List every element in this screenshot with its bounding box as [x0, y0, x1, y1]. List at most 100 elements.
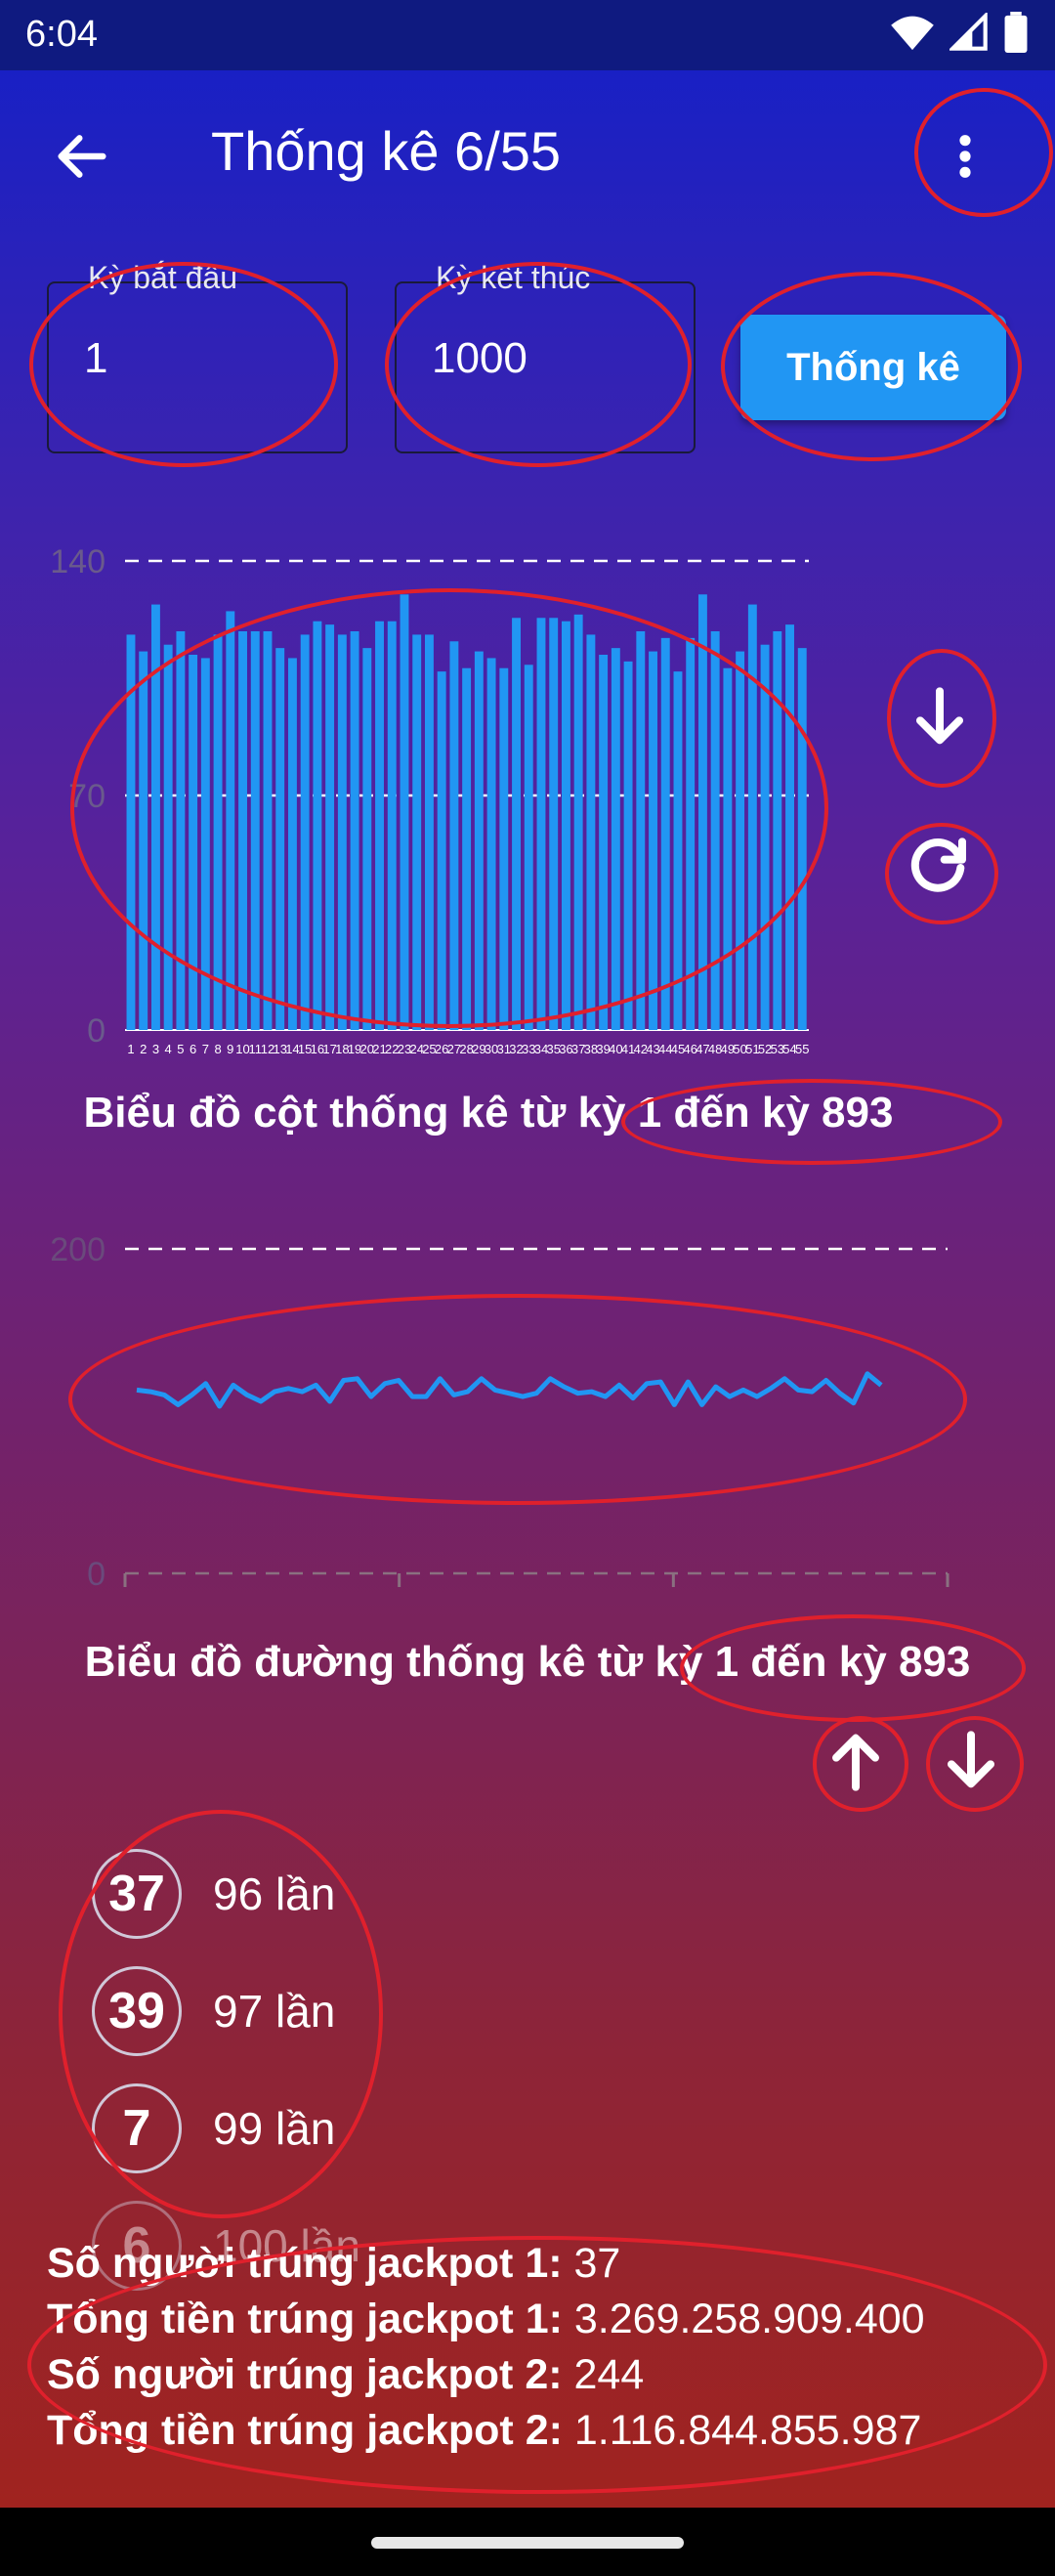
app-toolbar: Thống kê 6/55	[0, 70, 1055, 236]
jackpot1-money-row: Tổng tiền trúng jackpot 1: 3.269.258.909…	[47, 2296, 925, 2342]
number-ball: 7	[92, 2083, 182, 2173]
bar	[437, 671, 446, 1030]
bar	[449, 641, 459, 1030]
bar	[250, 631, 260, 1030]
bar	[649, 651, 657, 1030]
x-tick-label: 4	[165, 1042, 172, 1056]
y-tick-label: 200	[50, 1231, 106, 1268]
bar	[673, 671, 683, 1030]
bar	[176, 631, 186, 1030]
y-tick-label: 0	[87, 1556, 106, 1593]
bar	[573, 614, 583, 1030]
end-period-label: Kỳ kết thúc	[436, 260, 591, 295]
bar	[387, 621, 397, 1030]
start-period-label: Kỳ bắt đầu	[88, 260, 237, 295]
bar	[350, 631, 359, 1030]
jackpot2-people-row: Số người trúng jackpot 2: 244	[47, 2351, 645, 2398]
x-tick-label: 7	[202, 1042, 209, 1056]
bar	[150, 604, 160, 1030]
home-gesture-bar[interactable]	[371, 2537, 684, 2549]
wifi-icon	[891, 16, 934, 51]
bar	[238, 631, 247, 1030]
bar	[424, 634, 434, 1030]
statistics-button[interactable]: Thống kê	[740, 315, 1006, 420]
start-period-field[interactable]: Kỳ bắt đầu 1	[47, 260, 348, 453]
bar	[599, 655, 609, 1030]
more-vert-icon[interactable]	[938, 125, 992, 188]
bar	[362, 648, 372, 1030]
bar	[760, 644, 770, 1030]
start-period-input[interactable]: 1	[84, 334, 107, 383]
end-period-field[interactable]: Kỳ kết thúc 1000	[395, 260, 696, 453]
arrow-down-icon[interactable]	[901, 678, 979, 756]
bar	[747, 604, 757, 1030]
y-tick-label: 70	[68, 778, 106, 815]
x-tick-label: 3	[152, 1042, 159, 1056]
line-series	[136, 1371, 883, 1409]
bar	[797, 648, 807, 1030]
arrow-up-icon[interactable]	[817, 1722, 895, 1800]
bar	[723, 667, 733, 1030]
bar-chart-caption: Biểu đồ cột thống kê từ kỳ 1 đến kỳ 893	[83, 1089, 894, 1137]
status-bar: 6:04	[0, 0, 1055, 70]
bar	[785, 624, 794, 1030]
bar-chart: 140700 1 2 3 4 5 6 7 8 9 101112131415161718192021…	[50, 543, 809, 1056]
x-tick-label: 2	[140, 1042, 147, 1056]
jackpot-summary: Số người trúng jackpot 1: 37 Tổng tiền t…	[47, 2236, 925, 2459]
x-tick-label: 9	[227, 1042, 233, 1056]
bar	[697, 594, 707, 1030]
end-period-input[interactable]: 1000	[432, 334, 528, 383]
number-ball: 37	[92, 1849, 182, 1939]
bar	[126, 634, 136, 1030]
bar	[611, 648, 620, 1030]
navigation-bar	[0, 2508, 1055, 2576]
bar	[400, 594, 409, 1030]
bar	[586, 634, 596, 1030]
frequency-count: 99 lần	[213, 2103, 336, 2154]
list-item: 7 99 lần	[92, 2082, 335, 2175]
bar	[549, 618, 559, 1030]
bar	[499, 667, 509, 1030]
bar	[561, 621, 570, 1030]
bar	[313, 621, 322, 1030]
jackpot2-money-row: Tổng tiền trúng jackpot 2: 1.116.844.855…	[47, 2407, 922, 2454]
bar	[686, 637, 696, 1030]
bar	[300, 634, 310, 1030]
x-tick-label: 5	[177, 1042, 184, 1056]
signal-icon	[950, 13, 988, 51]
number-ball: 39	[92, 1966, 182, 2056]
bar	[275, 648, 285, 1030]
bar	[486, 658, 496, 1030]
bar	[773, 631, 782, 1030]
bar	[512, 618, 521, 1030]
bar	[263, 631, 273, 1030]
bar	[736, 651, 745, 1030]
list-item: 39 97 lần	[92, 1964, 335, 2058]
bar	[536, 618, 546, 1030]
bar	[213, 634, 223, 1030]
back-arrow-icon[interactable]	[51, 125, 113, 188]
x-tick-label: 6	[190, 1042, 196, 1056]
y-tick-label: 140	[50, 543, 106, 580]
battery-icon	[1004, 12, 1028, 53]
x-tick-label: 8	[214, 1042, 221, 1056]
list-item: 37 96 lần	[92, 1847, 335, 1941]
bar	[524, 665, 533, 1030]
bar	[337, 634, 347, 1030]
bar	[375, 621, 384, 1030]
x-tick-label: 55	[795, 1042, 809, 1056]
frequency-count: 97 lần	[213, 1986, 336, 2037]
bar	[189, 655, 198, 1030]
bar	[163, 644, 173, 1030]
y-tick-label: 0	[87, 1012, 106, 1050]
frequency-count: 96 lần	[213, 1868, 336, 1919]
bar	[200, 658, 210, 1030]
bar	[139, 651, 148, 1030]
bar	[660, 637, 670, 1030]
status-time: 6:04	[25, 14, 98, 55]
bar	[226, 611, 235, 1030]
bar	[474, 651, 484, 1030]
arrow-down-icon[interactable]	[932, 1722, 1010, 1800]
line-chart: 2000	[50, 1231, 950, 1593]
refresh-icon[interactable]	[899, 829, 977, 907]
